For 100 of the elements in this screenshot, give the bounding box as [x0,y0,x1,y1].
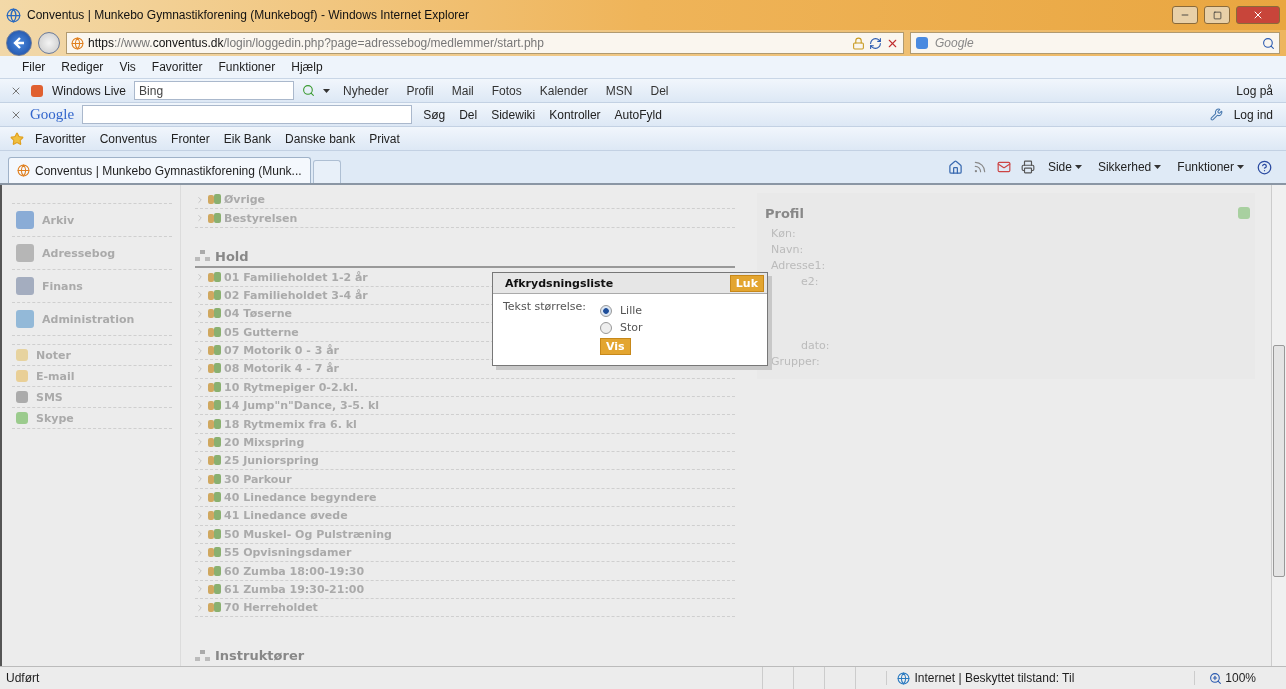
favorite-link[interactable]: Conventus [96,131,161,146]
toolbar-link[interactable]: Profil [401,83,439,98]
mail-icon[interactable] [996,160,1011,174]
refresh-icon[interactable] [869,36,882,50]
grid-icon [1237,206,1251,220]
back-arrow-icon [13,37,25,49]
sitemap-icon [195,250,211,263]
radio-option[interactable]: Stor [599,321,643,334]
section-heading: Hold [215,248,249,264]
zoom-icon [1209,671,1223,685]
chevron-icon [195,474,205,485]
browser-icon [6,7,21,23]
menu-item[interactable]: Hjælp [283,60,331,74]
chevron-icon [195,529,205,540]
toolbar-link[interactable]: Nyheder [338,83,394,98]
radio-option[interactable]: Lille [599,304,643,317]
people-icon [208,289,221,301]
zoom-level[interactable]: 100% [1194,671,1286,685]
feed-icon[interactable] [972,160,987,174]
favorite-link[interactable]: Privat [366,131,403,146]
people-icon [208,455,221,467]
home-icon[interactable] [947,159,963,175]
chevron-icon [195,345,205,356]
menu-item[interactable]: Favoritter [143,60,211,74]
people-icon [208,565,221,577]
toolbar-button[interactable]: Sidewiki [488,107,539,122]
zone-status: Internet | Beskyttet tilstand: Til [886,671,1195,685]
people-icon [208,326,221,338]
sitemap-icon [195,649,211,662]
maximize-icon [1212,10,1222,20]
people-icon [208,528,221,540]
status-text: Udført [5,671,41,685]
browser-tab[interactable]: Conventus | Munkebo Gymnastikforening (Munk... [8,157,311,183]
chevron-icon [195,308,205,319]
chevron-icon [195,363,205,374]
chevron-icon [195,455,205,466]
site-icon [17,164,30,177]
help-icon[interactable] [1257,159,1272,175]
chevron-icon [195,194,205,205]
site-icon [71,36,84,50]
favorite-link[interactable]: Danske bank [282,131,359,146]
toolbar-button[interactable]: Del [456,107,481,122]
toolbar-link[interactable]: MSN [600,83,638,98]
menu-item[interactable]: Funktioner [210,60,284,74]
search-field[interactable]: Bing [134,81,295,100]
section-heading: Instruktører [215,648,305,664]
chevron-icon [195,547,205,558]
people-icon [208,583,221,595]
maximize-button[interactable] [1204,6,1230,24]
favorite-link[interactable]: Eik Bank [220,131,275,146]
people-icon [208,345,221,356]
command-button[interactable]: Side [1044,160,1085,174]
people-icon [208,418,221,430]
toolbar-button[interactable]: AutoFyld [611,107,665,122]
people-icon [208,492,221,503]
people-icon [208,271,221,283]
people-icon [208,547,221,559]
caret-icon [323,88,331,93]
toolbar-link[interactable]: Del [645,83,674,98]
chevron-icon [195,382,205,393]
print-icon[interactable] [1020,160,1035,174]
globe-icon [897,671,911,685]
chevron-icon [195,327,205,338]
people-icon [208,381,221,393]
toolbar-link[interactable]: Fotos [486,83,527,98]
star-icon[interactable] [10,131,24,146]
search-icon[interactable] [1262,36,1275,50]
people-icon [208,400,221,412]
login-button[interactable]: Log ind [1230,107,1276,122]
favorites-button[interactable]: Favoritter [32,131,89,146]
scrollbar[interactable] [1271,185,1286,666]
toolbar-label: Windows Live [52,83,127,98]
menu-item[interactable]: Filer [14,60,54,74]
command-button[interactable]: Funktioner [1174,160,1247,174]
people-icon [208,363,221,375]
forward-button[interactable] [38,32,60,54]
back-button[interactable] [6,30,32,56]
search-icon[interactable] [302,84,316,97]
menu-item[interactable]: Vis [111,60,144,74]
close-icon [1252,9,1264,21]
wrench-icon[interactable] [1209,108,1223,121]
people-icon [208,602,221,614]
menu-item[interactable]: Rediger [53,60,112,74]
chevron-icon [195,510,205,521]
toolbar-button[interactable]: Kontroller [546,107,604,122]
command-button[interactable]: Sikkerhed [1094,160,1165,174]
chevron-icon [195,602,205,613]
minimize-button[interactable] [1172,6,1198,24]
search-field[interactable] [82,105,413,124]
chevron-icon [195,213,205,224]
toolbar-link[interactable]: Kalender [534,83,593,98]
favorite-link[interactable]: Fronter [168,131,213,146]
chevron-icon [195,437,205,448]
address-field[interactable]: https://www.conventus.dk/login/loggedin.php?page=adressebog/medlemmer/start.php [66,32,904,54]
chevron-icon [195,272,205,282]
toolbar-link[interactable]: Mail [446,83,479,98]
caret-icon [1074,165,1082,169]
login-button[interactable]: Log på [1233,83,1276,98]
chevron-icon [195,400,205,411]
toolbar-button[interactable]: Søg [420,107,449,122]
